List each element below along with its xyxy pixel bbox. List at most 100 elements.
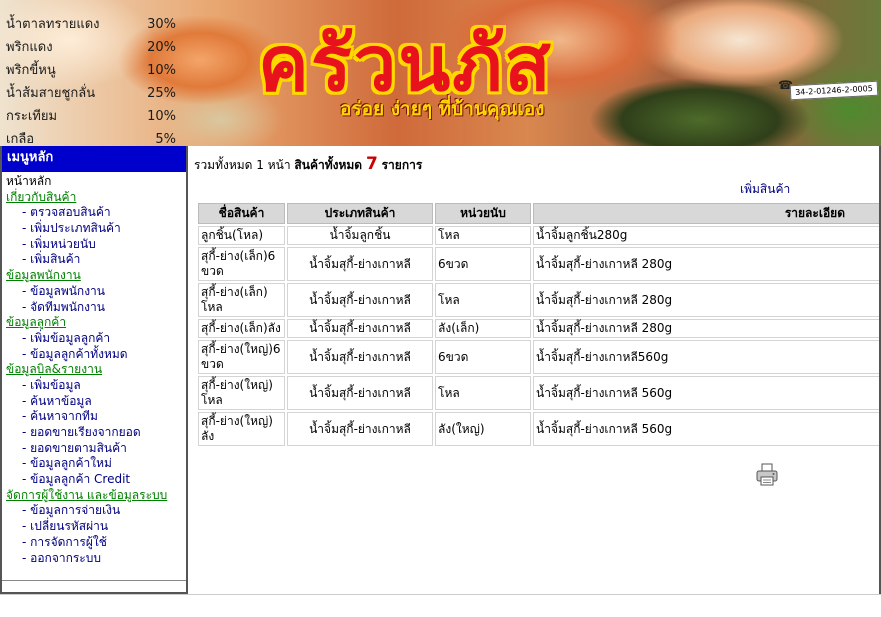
detail-cell: น้ำจิ้มสุกี้-ย่างเกาหลี 560g bbox=[533, 412, 880, 446]
menu-sub-link[interactable]: - เปลี่ยนรหัสผ่าน bbox=[6, 519, 186, 535]
ingredient-percent: 5% bbox=[155, 132, 176, 146]
menu-sub-link[interactable]: - ข้อมูลลูกค้าทั้งหมด bbox=[6, 347, 186, 363]
main-content: รวมทั้งหมด 1 หน้า สินค้าทั้งหมด 7 รายการ… bbox=[190, 146, 881, 594]
summary-count: 7 bbox=[365, 154, 378, 174]
menu-sub-link[interactable]: - ข้อมูลลูกค้า Credit bbox=[6, 472, 186, 488]
product-type-cell: น้ำจิ้มลูกชิ้น bbox=[287, 226, 433, 245]
ingredient-percent: 10% bbox=[147, 63, 176, 78]
menu-section-link[interactable]: ข้อมูลบิล&รายงาน bbox=[6, 362, 186, 378]
product-name-cell: สุกี้-ย่าง(ใหญ่)6 ขวด bbox=[198, 340, 285, 374]
unit-cell: โหล bbox=[435, 283, 531, 317]
unit-cell: 6ขวด bbox=[435, 340, 531, 374]
product-name-cell: ลูกชิ้น(โหล) bbox=[198, 226, 285, 245]
product-name-cell: สุกี้-ย่าง(เล็ก)ลัง bbox=[198, 319, 285, 338]
product-type-cell: น้ำจิ้มสุกี้-ย่างเกาหลี bbox=[287, 412, 433, 446]
detail-cell: น้ำจิ้มสุกี้-ย่างเกาหลี 560g bbox=[533, 376, 880, 410]
menu-home-link[interactable]: หน้าหลัก bbox=[6, 174, 186, 190]
menu-sub-link[interactable]: - การจัดการผู้ใช้ bbox=[6, 535, 186, 551]
detail-cell: น้ำจิ้มสุกี้-ย่างเกาหลี 280g bbox=[533, 283, 880, 317]
header-banner: น้ำตาลทรายแดง 30% พริกแดง 20% พริกขี้หนู 10… bbox=[0, 0, 881, 146]
ingredient-row: เกลือ 5% bbox=[6, 131, 176, 146]
summary-line: รวมทั้งหมด 1 หน้า สินค้าทั้งหมด 7 รายการ bbox=[194, 154, 422, 175]
ingredient-name: พริกขี้หนู bbox=[6, 63, 56, 78]
menu-sub-link[interactable]: - ค้นหาจากทีม bbox=[6, 409, 186, 425]
product-name-cell: สุกี้-ย่าง(เล็ก)6 ขวด bbox=[198, 247, 285, 281]
menu-sub-link[interactable]: - ออกจากระบบ bbox=[6, 551, 186, 567]
summary-unit: รายการ bbox=[381, 158, 423, 172]
menu-sub-link[interactable]: - เพิ่มข้อมูล bbox=[6, 378, 186, 394]
menu-sub-link[interactable]: - ข้อมูลการจ่ายเงิน bbox=[6, 503, 186, 519]
menu-section-link[interactable]: ข้อมูลพนักงาน bbox=[6, 268, 186, 284]
detail-cell: น้ำจิ้มลูกชิ้น280g bbox=[533, 226, 880, 245]
add-product-link[interactable]: เพิ่มสินค้า bbox=[740, 180, 790, 199]
product-type-cell: น้ำจิ้มสุกี้-ย่างเกาหลี bbox=[287, 340, 433, 374]
ingredient-row: พริกขี้หนู 10% bbox=[6, 62, 176, 85]
menu-sub-link[interactable]: - ข้อมูลพนักงาน bbox=[6, 284, 186, 300]
menu-sub-link[interactable]: - เพิ่มข้อมูลลูกค้า bbox=[6, 331, 186, 347]
table-header-row: ชื่อสินค้า ประเภทสินค้า หน่วยนับ รายละเอ… bbox=[198, 203, 880, 224]
ingredient-name: กระเทียม bbox=[6, 109, 58, 124]
ingredient-list: น้ำตาลทรายแดง 30% พริกแดง 20% พริกขี้หนู 10… bbox=[6, 16, 176, 146]
ingredient-name: เกลือ bbox=[6, 132, 35, 146]
table-row: ลูกชิ้น(โหล) น้ำจิ้มลูกชิ้น โหล น้ำจิ้มลูกช… bbox=[198, 226, 880, 245]
menu-sub-link[interactable]: - เพิ่มหน่วยนับ bbox=[6, 237, 186, 253]
product-type-cell: น้ำจิ้มสุกี้-ย่างเกาหลี bbox=[287, 247, 433, 281]
menu-sub-link[interactable]: - ตรวจสอบสินค้า bbox=[6, 205, 186, 221]
ingredient-row: น้ำส้มสายชูกลั่น 25% bbox=[6, 85, 176, 108]
summary-all-label: สินค้าทั้งหมด bbox=[294, 158, 363, 172]
unit-cell: ลัง(เล็ก) bbox=[435, 319, 531, 338]
menu-section-link[interactable]: ข้อมูลลูกค้า bbox=[6, 315, 186, 331]
sidebar-title: เมนูหลัก bbox=[2, 146, 186, 172]
ingredient-percent: 10% bbox=[147, 109, 176, 124]
detail-cell: น้ำจิ้มสุกี้-ย่างเกาหลี 280g bbox=[533, 319, 880, 338]
detail-cell: น้ำจิ้มสุกี้-ย่างเกาหลี560g bbox=[533, 340, 880, 374]
ingredient-name: พริกแดง bbox=[6, 40, 53, 55]
menu-sub-link[interactable]: - เพิ่มประเภทสินค้า bbox=[6, 221, 186, 237]
ingredient-percent: 25% bbox=[147, 86, 176, 101]
sidebar-menu: เมนูหลัก หน้าหลัก เกี่ยวกับสินค้า - ตรวจสอ… bbox=[0, 146, 188, 594]
product-table: ชื่อสินค้า ประเภทสินค้า หน่วยนับ รายละเอ… bbox=[196, 201, 881, 448]
summary-pages: รวมทั้งหมด 1 หน้า bbox=[194, 158, 291, 172]
column-header-detail: รายละเอียด bbox=[533, 203, 880, 224]
unit-cell: 6ขวด bbox=[435, 247, 531, 281]
ingredient-row: พริกแดง 20% bbox=[6, 39, 176, 62]
product-name-cell: สุกี้-ย่าง(ใหญ่) โหล bbox=[198, 376, 285, 410]
column-header-name: ชื่อสินค้า bbox=[198, 203, 285, 224]
table-row: สุกี้-ย่าง(เล็ก)6 ขวด น้ำจิ้มสุกี้-ย่างเก… bbox=[198, 247, 880, 281]
menu-list: หน้าหลัก เกี่ยวกับสินค้า - ตรวจสอบสินค้า - … bbox=[2, 172, 186, 566]
page-footer bbox=[0, 594, 881, 617]
table-row: สุกี้-ย่าง(ใหญ่) ลัง น้ำจิ้มสุกี้-ย่างเกา… bbox=[198, 412, 880, 446]
column-header-unit: หน่วยนับ bbox=[435, 203, 531, 224]
column-header-type: ประเภทสินค้า bbox=[287, 203, 433, 224]
product-type-cell: น้ำจิ้มสุกี้-ย่างเกาหลี bbox=[287, 283, 433, 317]
phone-number-tag: 34-2-01246-2-0005 bbox=[789, 80, 879, 101]
ingredient-percent: 30% bbox=[147, 17, 176, 32]
unit-cell: โหล bbox=[435, 226, 531, 245]
table-row: สุกี้-ย่าง(ใหญ่)6 ขวด น้ำจิ้มสุกี้-ย่างเก… bbox=[198, 340, 880, 374]
ingredient-percent: 20% bbox=[147, 40, 176, 55]
menu-sub-link[interactable]: - ยอดขายเรียงจากยอด bbox=[6, 425, 186, 441]
product-name-cell: สุกี้-ย่าง(เล็ก) โหล bbox=[198, 283, 285, 317]
menu-sub-link[interactable]: - ยอดขายตามสินค้า bbox=[6, 441, 186, 457]
ingredient-name: น้ำส้มสายชูกลั่น bbox=[6, 86, 96, 101]
table-row: สุกี้-ย่าง(เล็ก)ลัง น้ำจิ้มสุกี้-ย่างเกาห… bbox=[198, 319, 880, 338]
detail-cell: น้ำจิ้มสุกี้-ย่างเกาหลี 280g bbox=[533, 247, 880, 281]
product-type-cell: น้ำจิ้มสุกี้-ย่างเกาหลี bbox=[287, 376, 433, 410]
menu-section-link[interactable]: จัดการผู้ใช้งาน และข้อมูลระบบ bbox=[6, 488, 186, 504]
brand-slogan: อร่อย ง่ายๆ ที่บ้านคุณเอง bbox=[340, 98, 545, 120]
unit-cell: ลัง(ใหญ่) bbox=[435, 412, 531, 446]
unit-cell: โหล bbox=[435, 376, 531, 410]
product-name-cell: สุกี้-ย่าง(ใหญ่) ลัง bbox=[198, 412, 285, 446]
menu-sub-link[interactable]: - ข้อมูลลูกค้าใหม่ bbox=[6, 456, 186, 472]
menu-section-link[interactable]: เกี่ยวกับสินค้า bbox=[6, 190, 186, 206]
menu-sub-link[interactable]: - เพิ่มสินค้า bbox=[6, 252, 186, 268]
sidebar-footer bbox=[2, 580, 186, 590]
ingredient-row: กระเทียม 10% bbox=[6, 108, 176, 131]
table-row: สุกี้-ย่าง(เล็ก) โหล น้ำจิ้มสุกี้-ย่างเกา… bbox=[198, 283, 880, 317]
product-type-cell: น้ำจิ้มสุกี้-ย่างเกาหลี bbox=[287, 319, 433, 338]
printer-icon[interactable] bbox=[756, 463, 778, 487]
menu-sub-link[interactable]: - ค้นหาข้อมูล bbox=[6, 394, 186, 410]
ingredient-row: น้ำตาลทรายแดง 30% bbox=[6, 16, 176, 39]
menu-sub-link[interactable]: - จัดทีมพนักงาน bbox=[6, 300, 186, 316]
ingredient-name: น้ำตาลทรายแดง bbox=[6, 17, 100, 32]
